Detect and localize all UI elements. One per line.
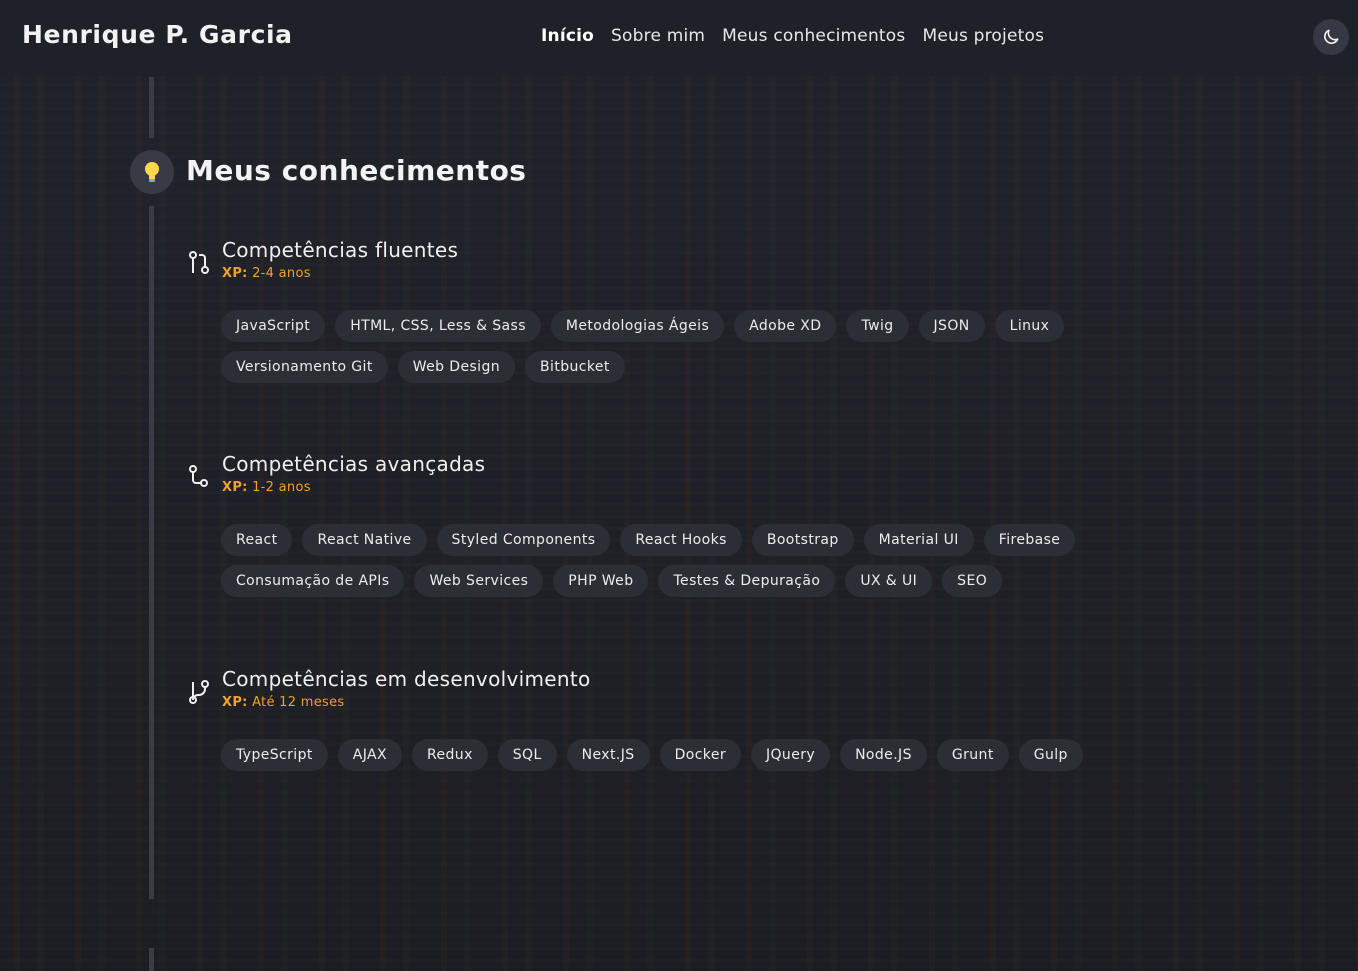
section-icon-badge — [130, 150, 174, 194]
skill-tag: Adobe XD — [734, 310, 837, 342]
group-xp: XP: 1-2 anos — [222, 480, 311, 495]
main-nav: Início Sobre mim Meus conhecimentos Meus… — [541, 26, 1044, 46]
skill-tag: UX & UI — [845, 565, 933, 597]
skill-tag: Twig — [846, 310, 909, 342]
theme-toggle-button[interactable] — [1313, 19, 1349, 55]
skill-tag: Bootstrap — [751, 524, 854, 556]
nav-item-inicio[interactable]: Início — [541, 26, 594, 46]
xp-label: XP: — [222, 695, 248, 710]
skill-tag: JavaScript — [221, 310, 326, 342]
skill-tag: Material UI — [863, 524, 974, 556]
git-commit-icon — [189, 465, 208, 487]
skill-tag: SQL — [497, 739, 557, 771]
matrix-background — [0, 72, 1358, 971]
skill-tag: React Hooks — [620, 524, 742, 556]
skill-tag: Gulp — [1018, 739, 1083, 771]
skill-tag: Styled Components — [436, 524, 611, 556]
skill-tag: AJAX — [337, 739, 402, 771]
xp-label: XP: — [222, 266, 248, 281]
group-title: Competências avançadas — [222, 452, 486, 476]
group-title: Competências em desenvolvimento — [222, 667, 591, 691]
skill-tag: Web Services — [414, 565, 544, 597]
group-xp: XP: Até 12 meses — [222, 695, 344, 710]
xp-value: Até 12 meses — [252, 695, 345, 710]
git-branch-icon — [189, 680, 209, 704]
moon-icon — [1324, 29, 1339, 44]
skill-tag: Consumação de APIs — [221, 565, 405, 597]
top-header: Henrique P. Garcia Início Sobre mim Meus… — [0, 0, 1358, 76]
tag-list: TypeScript AJAX Redux SQL Next.JS Docker… — [221, 739, 1121, 771]
nav-item-meus-conhecimentos[interactable]: Meus conhecimentos — [722, 26, 905, 46]
timeline-line-top — [149, 77, 154, 138]
skill-tag: Node.JS — [840, 739, 927, 771]
brand-name[interactable]: Henrique P. Garcia — [22, 20, 293, 49]
timeline-line — [149, 206, 154, 899]
xp-value: 2-4 anos — [252, 266, 311, 281]
nav-item-sobre-mim[interactable]: Sobre mim — [611, 26, 705, 46]
nav-item-meus-projetos[interactable]: Meus projetos — [922, 26, 1044, 46]
skill-tag: React — [221, 524, 293, 556]
skill-tag: Next.JS — [566, 739, 650, 771]
skill-tag: SEO — [942, 565, 1003, 597]
group-title: Competências fluentes — [222, 238, 459, 262]
skill-tag: Redux — [412, 739, 488, 771]
tag-list: JavaScript HTML, CSS, Less & Sass Metodo… — [221, 310, 1121, 383]
skill-tag: TypeScript — [221, 739, 328, 771]
skill-tag: React Native — [302, 524, 427, 556]
skill-tag: HTML, CSS, Less & Sass — [335, 310, 541, 342]
skill-tag: JQuery — [750, 739, 831, 771]
skill-tag: Linux — [994, 310, 1065, 342]
skill-tag: JSON — [918, 310, 985, 342]
skill-tag: Web Design — [397, 351, 516, 383]
skill-tag: Bitbucket — [525, 351, 625, 383]
skill-tag: PHP Web — [553, 565, 649, 597]
lightbulb-icon — [145, 162, 159, 182]
skill-tag: Metodologias Ágeis — [550, 310, 725, 342]
git-pull-request-icon — [189, 251, 209, 274]
group-xp: XP: 2-4 anos — [222, 266, 311, 281]
timeline-line-bottom — [149, 948, 154, 971]
skill-tag: Testes & Depuração — [658, 565, 836, 597]
xp-value: 1-2 anos — [252, 480, 311, 495]
skill-tag: Grunt — [936, 739, 1009, 771]
skill-tag: Versionamento Git — [221, 351, 388, 383]
skill-tag: Docker — [659, 739, 741, 771]
section-title: Meus conhecimentos — [186, 154, 527, 187]
skill-tag: Firebase — [983, 524, 1076, 556]
xp-label: XP: — [222, 480, 248, 495]
tag-list: React React Native Styled Components Rea… — [221, 524, 1121, 597]
